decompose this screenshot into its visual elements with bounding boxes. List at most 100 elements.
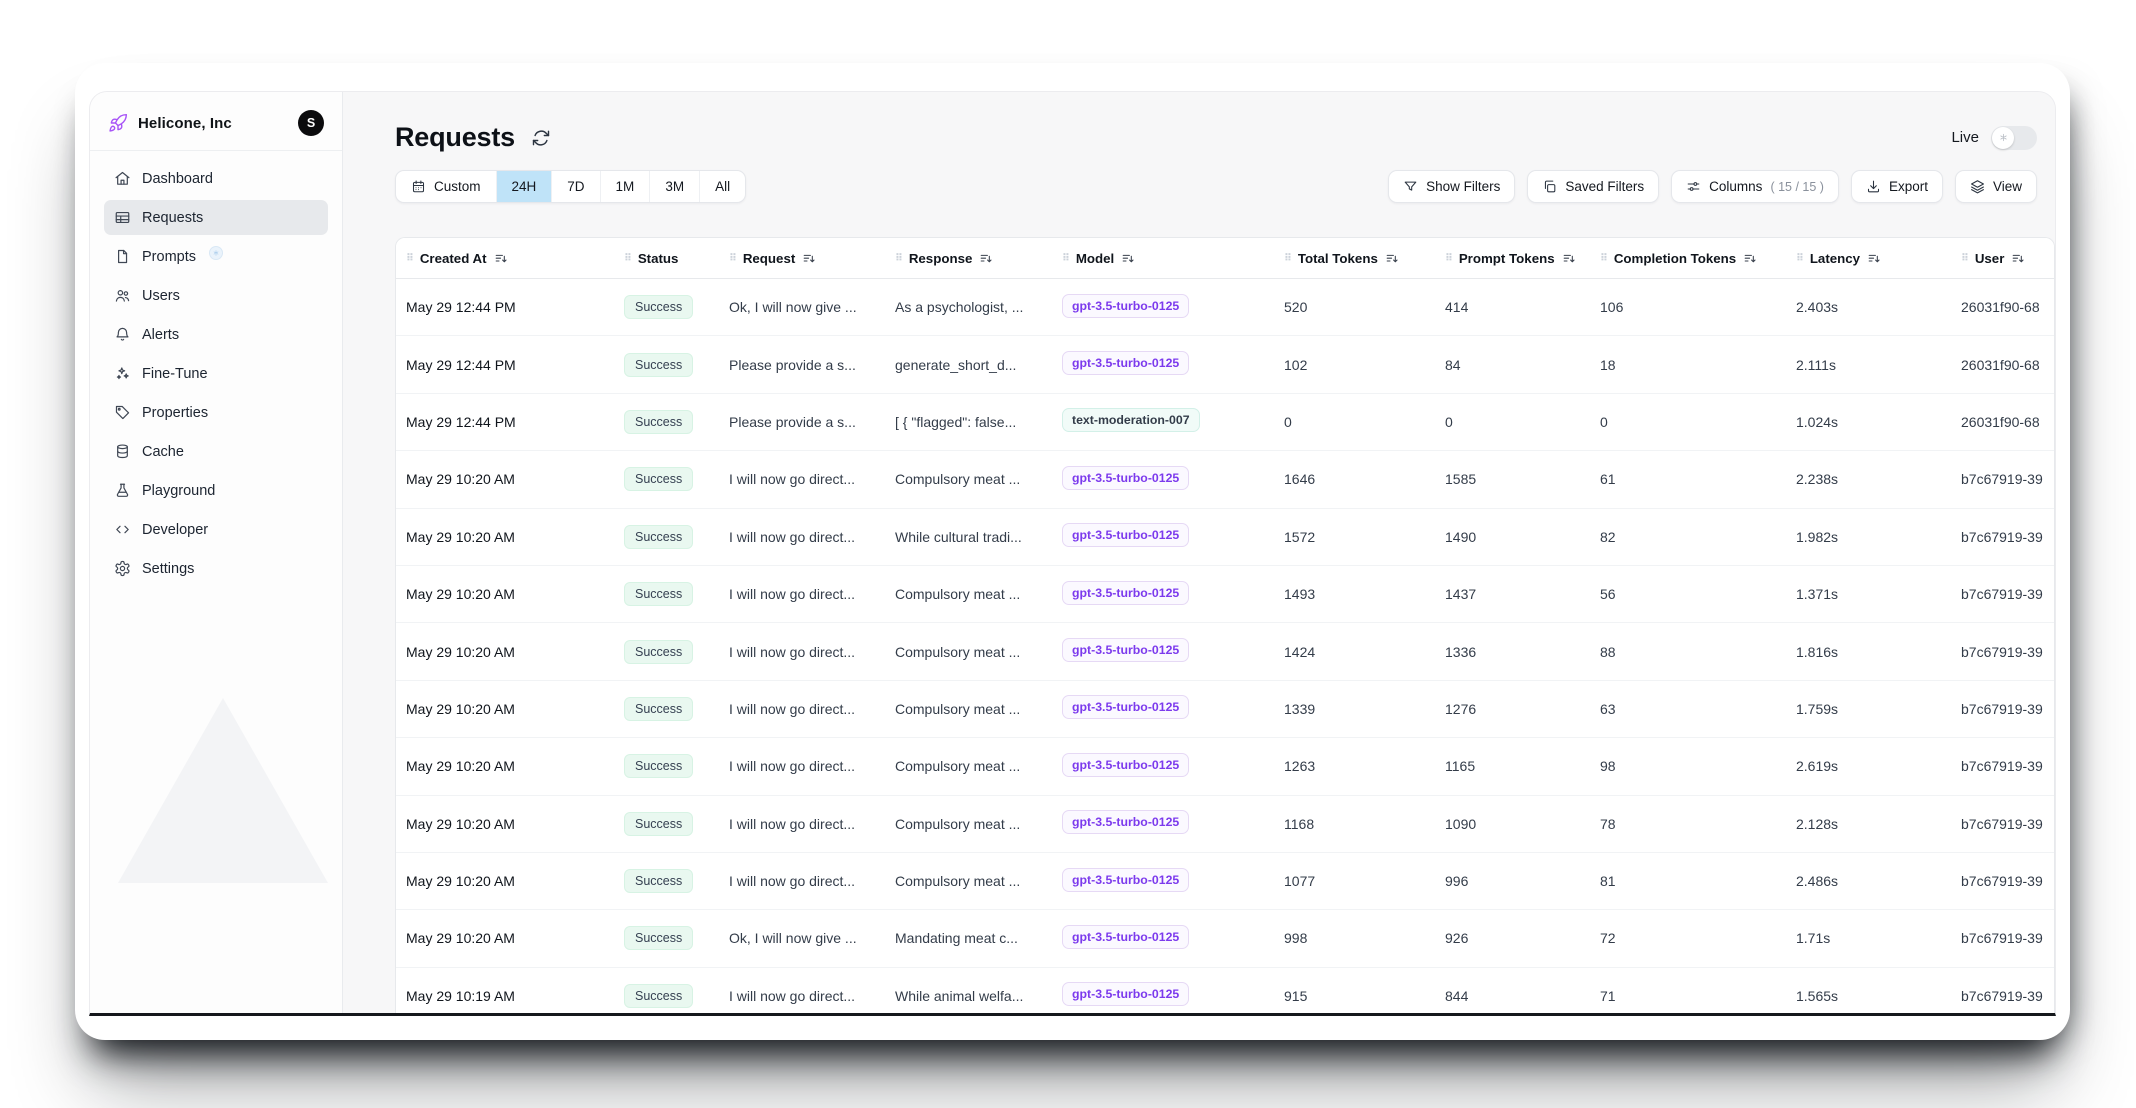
org-name[interactable]: Helicone, Inc <box>138 115 232 132</box>
cell-total-tokens: 520 <box>1274 299 1435 315</box>
table-row[interactable]: May 29 12:44 PMSuccessOk, I will now giv… <box>396 279 2054 336</box>
cell-request: Please provide a s... <box>719 357 885 373</box>
table-row[interactable]: May 29 10:20 AMSuccessI will now go dire… <box>396 451 2054 508</box>
time-range-label: 24H <box>512 179 537 194</box>
cell-total-tokens: 1077 <box>1274 873 1435 889</box>
drag-handle-icon[interactable]: ⠿ <box>1600 253 1607 264</box>
sort-icon[interactable] <box>1385 251 1400 266</box>
sidebar-item-dashboard[interactable]: Dashboard <box>104 161 328 196</box>
drag-handle-icon[interactable]: ⠿ <box>729 253 736 264</box>
table-row[interactable]: May 29 10:20 AMSuccessI will now go dire… <box>396 796 2054 853</box>
time-range-24h[interactable]: 24H <box>496 171 552 202</box>
drag-handle-icon[interactable]: ⠿ <box>624 253 631 264</box>
drag-handle-icon[interactable]: ⠿ <box>895 253 902 264</box>
sort-icon[interactable] <box>1867 251 1882 266</box>
sort-icon[interactable] <box>802 251 817 266</box>
saved-filters-button[interactable]: Saved Filters <box>1527 170 1659 203</box>
columns-count: ( 15 / 15 ) <box>1770 180 1824 194</box>
view-button[interactable]: View <box>1955 170 2037 203</box>
cell-user: b7c67919-39 <box>1951 816 2054 832</box>
sidebar-item-users[interactable]: Users <box>104 278 328 313</box>
cell-response: As a psychologist, ... <box>885 299 1052 315</box>
sidebar-item-label: Cache <box>142 444 184 460</box>
time-range-7d[interactable]: 7D <box>551 171 599 202</box>
table-row[interactable]: May 29 10:20 AMSuccessI will now go dire… <box>396 509 2054 566</box>
table-row[interactable]: May 29 12:44 PMSuccessPlease provide a s… <box>396 394 2054 451</box>
drag-handle-icon[interactable]: ⠿ <box>1796 253 1803 264</box>
column-header-request[interactable]: ⠿Request <box>719 251 885 266</box>
sort-icon[interactable] <box>494 251 509 266</box>
cell-user: b7c67919-39 <box>1951 758 2054 774</box>
sidebar-item-settings[interactable]: Settings <box>104 551 328 586</box>
sidebar-item-fine-tune[interactable]: Fine-Tune <box>104 356 328 391</box>
refresh-icon[interactable] <box>531 128 551 148</box>
drag-handle-icon[interactable]: ⠿ <box>1961 253 1968 264</box>
drag-handle-icon[interactable]: ⠿ <box>1062 253 1069 264</box>
time-range-3m[interactable]: 3M <box>649 171 699 202</box>
drag-handle-icon[interactable]: ⠿ <box>406 253 413 264</box>
live-toggle[interactable] <box>1991 126 2037 150</box>
toolbar: Custom 24H 7D1M3MAll Show Filters Saved Fil… <box>395 170 2055 203</box>
columns-button[interactable]: Columns( 15 / 15 ) <box>1671 170 1839 203</box>
sidebar-item-developer[interactable]: Developer <box>104 512 328 547</box>
column-header-created-at[interactable]: ⠿Created At <box>396 251 614 266</box>
status-badge: Success <box>624 640 693 664</box>
table-row[interactable]: May 29 10:20 AMSuccessI will now go dire… <box>396 853 2054 910</box>
drag-handle-icon[interactable]: ⠿ <box>1284 253 1291 264</box>
show-filters-button[interactable]: Show Filters <box>1388 170 1515 203</box>
column-header-model[interactable]: ⠿Model <box>1052 251 1274 266</box>
column-header-latency[interactable]: ⠿Latency <box>1786 251 1951 266</box>
sidebar-item-prompts[interactable]: Prompts <box>104 239 328 274</box>
sidebar-item-cache[interactable]: Cache <box>104 434 328 469</box>
cell-request: I will now go direct... <box>719 816 885 832</box>
table-row[interactable]: May 29 10:19 AMSuccessI will now go dire… <box>396 968 2054 1013</box>
sort-icon[interactable] <box>2011 251 2026 266</box>
column-header-status[interactable]: ⠿Status <box>614 251 719 266</box>
column-header-completion-tokens[interactable]: ⠿Completion Tokens <box>1590 251 1786 266</box>
cell-total-tokens: 1168 <box>1274 816 1435 832</box>
sort-icon[interactable] <box>1121 251 1136 266</box>
cell-completion-tokens: 81 <box>1590 873 1786 889</box>
live-label: Live <box>1951 129 1979 146</box>
table-row[interactable]: May 29 10:20 AMSuccessI will now go dire… <box>396 738 2054 795</box>
sidebar-item-requests[interactable]: Requests <box>104 200 328 235</box>
cell-created-at: May 29 10:20 AM <box>396 758 614 774</box>
cell-user: 26031f90-68 <box>1951 357 2054 373</box>
column-header-user[interactable]: ⠿User <box>1951 251 2054 266</box>
table-header-row: ⠿Created At⠿Status⠿Request⠿Response⠿Mode… <box>396 238 2054 279</box>
column-label: Prompt Tokens <box>1459 251 1555 266</box>
sort-icon[interactable] <box>979 251 994 266</box>
drag-handle-icon[interactable]: ⠿ <box>1445 253 1452 264</box>
table-row[interactable]: May 29 10:20 AMSuccessOk, I will now giv… <box>396 910 2054 967</box>
sidebar-item-playground[interactable]: Playground <box>104 473 328 508</box>
table-row[interactable]: May 29 10:20 AMSuccessI will now go dire… <box>396 623 2054 680</box>
time-range-all[interactable]: All <box>699 171 745 202</box>
time-range-1m[interactable]: 1M <box>600 171 650 202</box>
model-badge: gpt-3.5-turbo-0125 <box>1062 466 1189 490</box>
cell-prompt-tokens: 1336 <box>1435 644 1590 660</box>
column-header-total-tokens[interactable]: ⠿Total Tokens <box>1274 251 1435 266</box>
cell-status: Success <box>614 697 719 721</box>
sort-icon[interactable] <box>1562 251 1577 266</box>
cell-response: Compulsory meat ... <box>885 471 1052 487</box>
time-range-custom[interactable]: Custom <box>396 171 496 202</box>
cell-created-at: May 29 10:20 AM <box>396 873 614 889</box>
sidebar-watermark <box>118 698 328 883</box>
cell-created-at: May 29 10:20 AM <box>396 471 614 487</box>
model-badge: text-moderation-007 <box>1062 408 1200 432</box>
sidebar-item-properties[interactable]: Properties <box>104 395 328 430</box>
cell-latency: 1.759s <box>1786 701 1951 717</box>
user-avatar[interactable]: S <box>298 110 324 136</box>
table-row[interactable]: May 29 10:20 AMSuccessI will now go dire… <box>396 681 2054 738</box>
table-row[interactable]: May 29 10:20 AMSuccessI will now go dire… <box>396 566 2054 623</box>
table-row[interactable]: May 29 12:44 PMSuccessPlease provide a s… <box>396 336 2054 393</box>
cell-created-at: May 29 10:20 AM <box>396 701 614 717</box>
export-button[interactable]: Export <box>1851 170 1943 203</box>
cell-user: b7c67919-39 <box>1951 471 2054 487</box>
column-header-response[interactable]: ⠿Response <box>885 251 1052 266</box>
column-header-prompt-tokens[interactable]: ⠿ Prompt Tokens <box>1435 251 1590 266</box>
cell-user: 26031f90-68 <box>1951 414 2054 430</box>
beaker-icon <box>114 482 131 499</box>
sidebar-item-alerts[interactable]: Alerts <box>104 317 328 352</box>
sort-icon[interactable] <box>1743 251 1758 266</box>
